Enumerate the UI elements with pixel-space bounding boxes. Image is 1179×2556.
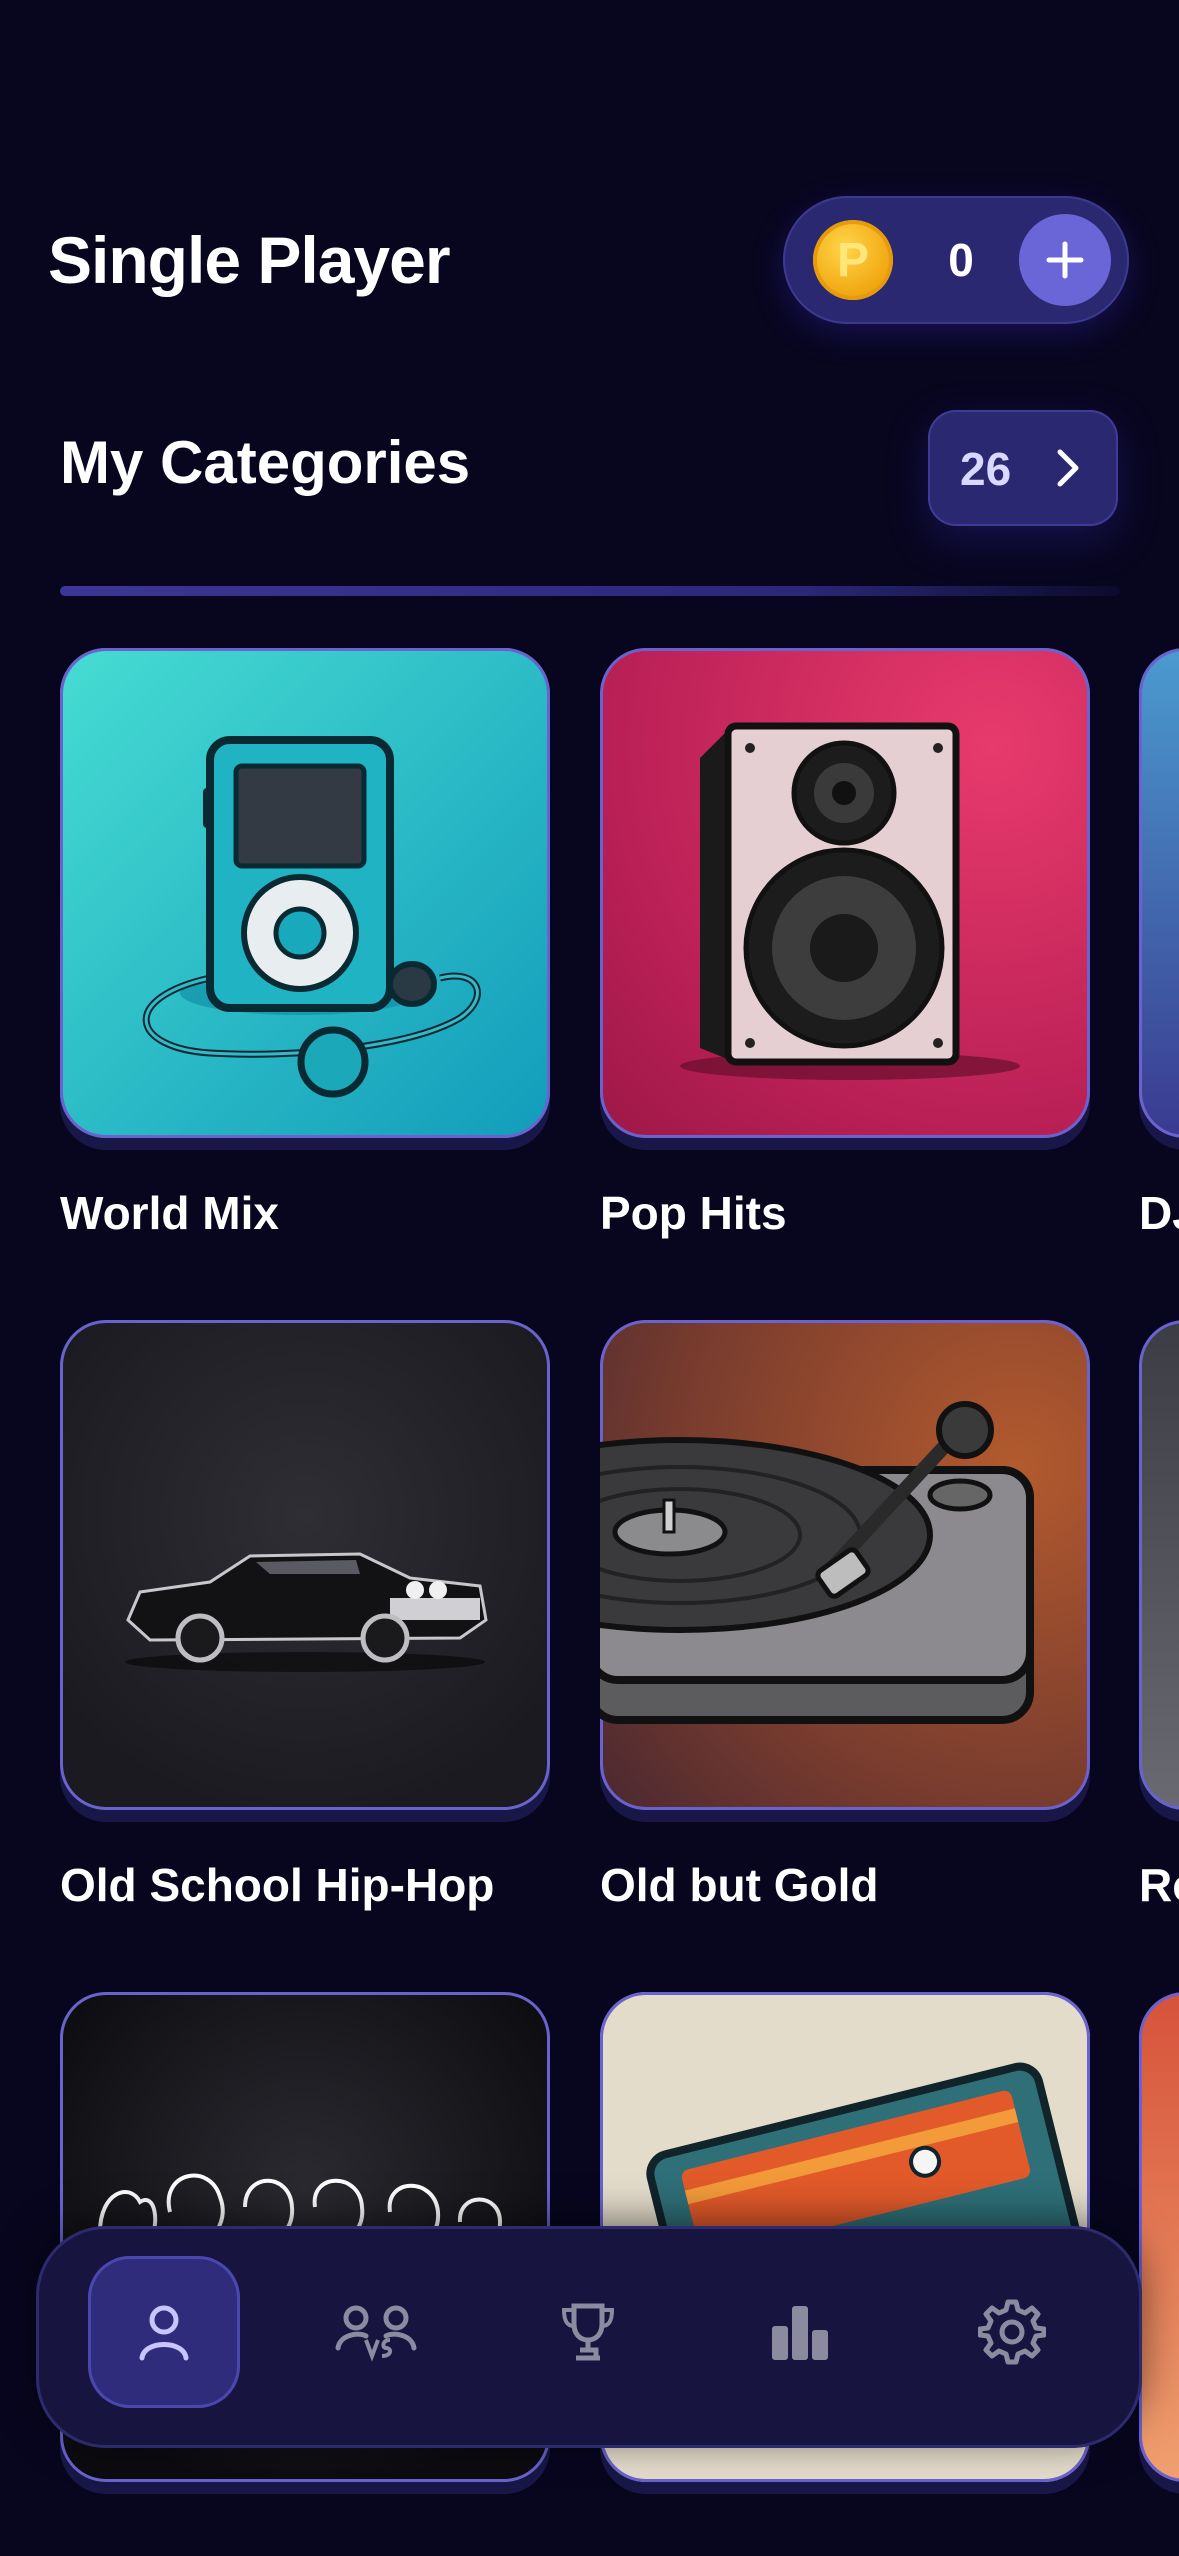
bottom-tab-bar <box>36 2226 1142 2448</box>
coin-letter: P <box>836 233 869 287</box>
add-coins-button[interactable] <box>1019 214 1111 306</box>
chevron-right-icon <box>1057 449 1079 487</box>
category-label: DJ <box>1139 1187 1179 1239</box>
person-icon <box>139 2305 189 2361</box>
lowrider-car-illustration <box>125 1552 488 1672</box>
mp3-player-earbuds-illustration <box>142 736 481 1098</box>
plus-icon <box>1046 241 1084 279</box>
coin-balance-pill[interactable]: P 0 <box>783 196 1129 324</box>
category-tile-old-but-gold[interactable] <box>600 1320 1090 1810</box>
tab-trophies[interactable] <box>512 2256 664 2408</box>
categories-count: 26 <box>960 443 1012 495</box>
category-label: Pop Hits <box>600 1187 787 1239</box>
category-label: Old but Gold <box>600 1859 879 1911</box>
category-tile-old-school-hip-hop[interactable] <box>60 1320 550 1810</box>
bar-chart-icon <box>772 2306 828 2360</box>
tab-single-player[interactable] <box>88 2256 240 2408</box>
speaker-illustration <box>680 722 1020 1080</box>
category-label: Ro <box>1139 1859 1179 1911</box>
tab-leaderboard[interactable] <box>724 2256 876 2408</box>
gear-icon <box>978 2299 1046 2365</box>
category-tile-partial[interactable] <box>1139 1320 1179 1810</box>
coin-icon: P <box>813 220 893 300</box>
versus-icon <box>335 2305 417 2362</box>
categories-count-button[interactable]: 26 <box>928 410 1118 526</box>
page-title: Single Player <box>48 223 451 297</box>
tab-settings[interactable] <box>936 2256 1088 2408</box>
turntable-illustration <box>600 1401 1034 1724</box>
category-label: Old School Hip-Hop <box>60 1859 495 1911</box>
coin-count: 0 <box>948 234 974 286</box>
section-divider <box>60 586 1120 596</box>
trophy-icon <box>561 2303 615 2361</box>
section-title: My Categories <box>60 429 471 496</box>
tab-versus[interactable] <box>300 2256 452 2408</box>
category-tile-world-mix[interactable] <box>60 648 550 1138</box>
category-tile-partial[interactable] <box>1139 1992 1179 2482</box>
category-tile-partial[interactable] <box>1139 648 1179 1138</box>
category-tile-pop-hits[interactable] <box>600 648 1090 1138</box>
category-label: World Mix <box>60 1187 279 1239</box>
